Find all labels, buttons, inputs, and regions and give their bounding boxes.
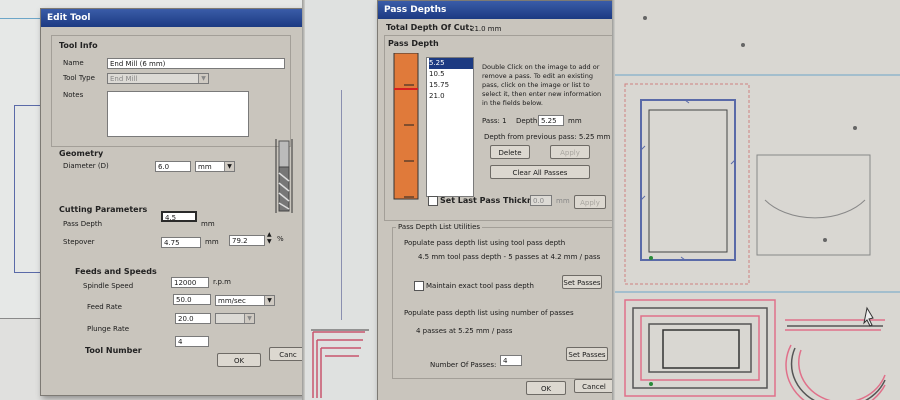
apply-button[interactable]: Apply	[550, 145, 590, 159]
last-pass-field[interactable]: 0.0	[530, 195, 552, 206]
populate-number-label: Populate pass depth list using number of…	[404, 309, 574, 317]
stepover-field[interactable]: 4.75	[161, 237, 201, 248]
dropdown-arrow-icon: ▼	[264, 296, 274, 305]
pass-depth-image[interactable]	[392, 53, 422, 201]
plunge-rate-field[interactable]: 20.0	[175, 313, 211, 324]
tool-summary: 4.5 mm tool pass depth - 5 passes at 4.2…	[418, 253, 601, 261]
stepover-label: Stepover	[63, 238, 95, 246]
stepover-unit: mm	[205, 238, 219, 246]
canvas-toolpath-fragment	[305, 320, 375, 400]
feed-rate-unit-select[interactable]: mm/sec ▼	[215, 295, 275, 306]
tool-info-header: Tool Info	[59, 41, 98, 50]
number-summary: 4 passes at 5.25 mm / pass	[416, 327, 513, 335]
passes-list[interactable]: 5.25 10.5 15.75 21.0	[426, 57, 474, 197]
cutting-parameters-header: Cutting Parameters	[59, 205, 148, 214]
feed-rate-label: Feed Rate	[87, 303, 122, 311]
panel-edit-tool: Edit Tool Tool Info Name End Mill (6 mm)…	[0, 0, 305, 400]
checkbox-icon[interactable]	[428, 196, 438, 206]
depth-from-previous: Depth from previous pass: 5.25 mm	[484, 133, 611, 141]
tool-type-select[interactable]: End Mill ▼	[107, 73, 209, 84]
spindle-speed-field[interactable]: 12000	[171, 277, 209, 288]
plunge-rate-unit-select[interactable]: ▼	[215, 313, 255, 324]
utilities-header: Pass Depth List Utilities	[396, 223, 483, 231]
panel-cad-canvas	[615, 0, 900, 400]
total-depth-value: 21.0 mm	[470, 25, 502, 33]
pass-item[interactable]: 15.75	[429, 80, 473, 91]
cancel-button[interactable]: Cancel	[574, 379, 614, 393]
tool-type-value: End Mill	[110, 75, 138, 83]
set-passes-number-button[interactable]: Set Passes	[566, 347, 608, 361]
feed-rate-field[interactable]: 50.0	[173, 294, 211, 305]
spin-arrows-icon[interactable]: ▲ ▼	[267, 231, 272, 245]
ok-button[interactable]: OK	[217, 353, 261, 367]
checkbox-icon[interactable]	[414, 281, 424, 291]
populate-tool-label: Populate pass depth list using tool pass…	[404, 239, 566, 247]
name-label: Name	[63, 59, 84, 67]
tool-number-label: Tool Number	[85, 346, 142, 355]
panel-pass-depths: Pass Depths Total Depth Of Cut: 21.0 mm …	[305, 0, 615, 400]
notes-field[interactable]	[107, 91, 249, 137]
diameter-unit-select[interactable]: mm ▼	[195, 161, 235, 172]
diameter-field[interactable]: 6.0	[155, 161, 191, 172]
diameter-unit: mm	[198, 163, 212, 171]
clear-all-passes-button[interactable]: Clear All Passes	[490, 165, 590, 179]
tool-type-label: Tool Type	[63, 74, 95, 82]
spindle-speed-unit: r.p.m	[213, 278, 231, 286]
plunge-rate-label: Plunge Rate	[87, 325, 130, 333]
stepover-percent-field[interactable]: 79.2	[229, 235, 265, 246]
edit-tool-dialog: Edit Tool Tool Info Name End Mill (6 mm)…	[40, 8, 305, 396]
last-pass-unit: mm	[556, 197, 570, 205]
toolpath-canvas[interactable]	[615, 0, 900, 400]
spindle-speed-label: Spindle Speed	[83, 282, 134, 290]
pass-depth-header: Pass Depth	[388, 39, 439, 48]
depth-field[interactable]: 5.25	[538, 115, 564, 126]
pass-depths-dialog: Pass Depths Total Depth Of Cut: 21.0 mm …	[377, 0, 615, 400]
pass-depth-field[interactable]: 4.5	[161, 211, 197, 222]
pass-item[interactable]: 5.25	[429, 58, 473, 69]
num-passes-field[interactable]: 4	[500, 355, 522, 366]
geometry-header: Geometry	[59, 149, 104, 158]
pass-item[interactable]: 10.5	[429, 69, 473, 80]
dropdown-arrow-icon: ▼	[198, 74, 208, 83]
cancel-button[interactable]: Canc	[269, 347, 305, 361]
help-text: Double Click on the image to add or remo…	[482, 63, 602, 107]
name-field[interactable]: End Mill (6 mm)	[107, 58, 285, 69]
pass-depth-unit: mm	[201, 220, 215, 228]
dropdown-arrow-icon: ▼	[224, 162, 234, 171]
feed-rate-unit: mm/sec	[218, 297, 246, 305]
feeds-speeds-header: Feeds and Speeds	[75, 267, 157, 276]
depth-label: Depth:	[516, 117, 540, 125]
dropdown-arrow-icon: ▼	[244, 314, 254, 323]
pass-number-label: Pass: 1	[482, 117, 507, 125]
num-passes-label: Number Of Passes:	[430, 361, 497, 369]
notes-label: Notes	[63, 91, 84, 99]
last-pass-apply-button[interactable]: Apply	[574, 195, 606, 209]
canvas-guide	[341, 90, 342, 320]
tool-number-field[interactable]: 4	[175, 336, 209, 347]
pass-depth-label: Pass Depth	[63, 220, 103, 228]
total-depth-label: Total Depth Of Cut:	[386, 23, 473, 32]
diameter-label: Diameter (D)	[63, 162, 109, 170]
depth-unit: mm	[568, 117, 582, 125]
ok-button[interactable]: OK	[526, 381, 566, 395]
end-mill-tool-icon	[275, 139, 293, 213]
delete-button[interactable]: Delete	[490, 145, 530, 159]
percent-sign: %	[277, 235, 284, 243]
pass-item[interactable]: 21.0	[429, 91, 473, 102]
set-passes-button[interactable]: Set Passes	[562, 275, 602, 289]
dialog-title: Edit Tool	[41, 9, 305, 27]
dialog-title: Pass Depths	[378, 1, 615, 19]
maintain-exact-label: Maintain exact tool pass depth	[426, 282, 534, 290]
